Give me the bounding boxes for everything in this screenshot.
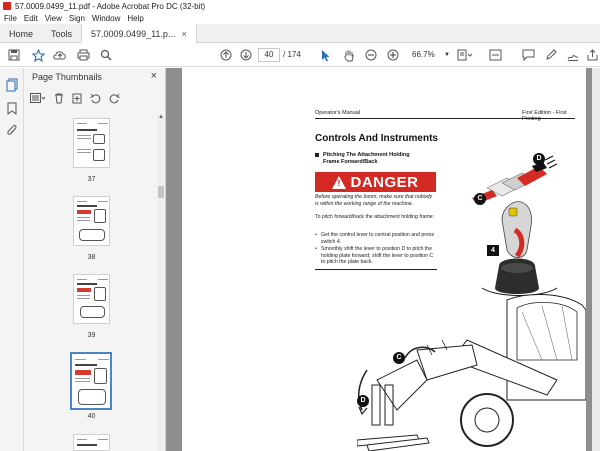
delete-page-icon[interactable]: [54, 93, 64, 106]
rotate-counterclockwise-icon[interactable]: [90, 93, 101, 106]
thumbnail-page-label: 39: [87, 332, 96, 339]
document-viewer[interactable]: Operator's Manual First Edition - First …: [166, 68, 600, 451]
page-thumbnails-icon[interactable]: [6, 78, 18, 94]
page-thumbnail[interactable]: [73, 118, 110, 168]
section-divider: [315, 269, 437, 270]
fill-sign-icon[interactable]: [565, 47, 581, 63]
page-thumbnails-panel: Page Thumbnails × 37 38 39 40 ▲: [24, 68, 166, 451]
page-view-icon[interactable]: [455, 47, 475, 63]
step-item: Smoothly shift the lever to position D t…: [315, 246, 437, 266]
joystick-illustration: [472, 155, 558, 296]
danger-banner: DANGER: [315, 172, 436, 192]
menu-view[interactable]: View: [45, 14, 62, 23]
callout-d: D: [533, 153, 545, 165]
menu-sign[interactable]: Sign: [69, 14, 85, 23]
tab-tools[interactable]: Tools: [42, 24, 81, 43]
scroll-up-arrow-icon[interactable]: ▲: [157, 114, 165, 122]
select-cursor-icon[interactable]: [318, 47, 334, 63]
save-icon[interactable]: [6, 47, 22, 63]
danger-note: Before operating the boom, make sure tha…: [315, 194, 433, 207]
callout-d: D: [357, 395, 369, 407]
zoom-out-icon[interactable]: [363, 47, 379, 63]
menu-bar: File Edit View Sign Window Help: [0, 12, 600, 24]
tab-home[interactable]: Home: [0, 24, 42, 43]
next-page-icon[interactable]: [238, 47, 254, 63]
tab-home-label: Home: [9, 28, 34, 39]
title-bar: 57.0009.0499_11.pdf - Adobe Acrobat Pro …: [0, 0, 600, 12]
previous-page-icon[interactable]: [218, 47, 234, 63]
window-title: 57.0009.0499_11.pdf - Adobe Acrobat Pro …: [15, 1, 206, 11]
attachments-icon[interactable]: [6, 124, 18, 139]
page-count: / 174: [283, 50, 301, 59]
zoom-level-value: 66.7%: [412, 50, 435, 59]
thumbnail-options-icon[interactable]: [30, 93, 46, 105]
cloud-upload-icon[interactable]: [52, 47, 68, 63]
menu-edit[interactable]: Edit: [24, 14, 38, 23]
thumbnail-scrollbar-thumb[interactable]: [158, 186, 164, 198]
highlight-pen-icon[interactable]: [543, 47, 559, 63]
document-scrollbar[interactable]: [592, 68, 600, 451]
danger-label: DANGER: [350, 173, 419, 191]
print-icon[interactable]: [75, 47, 91, 63]
insert-page-icon[interactable]: [72, 93, 82, 106]
share-icon[interactable]: [585, 47, 599, 63]
toolbar: 40 / 174 66.7% ▼: [0, 43, 600, 67]
page-thumbnail-selected[interactable]: [70, 352, 112, 410]
fit-width-icon[interactable]: [487, 47, 503, 63]
page-thumbnail[interactable]: [73, 434, 110, 451]
hand-tool-icon[interactable]: [341, 47, 357, 63]
close-panel-icon[interactable]: ×: [151, 70, 157, 82]
chevron-down-icon: ▼: [444, 52, 450, 58]
pdf-page: Operator's Manual First Edition - First …: [182, 68, 586, 451]
panel-toolbar: [30, 92, 128, 106]
page-thumbnail[interactable]: [73, 196, 110, 246]
header-left: Operator's Manual: [315, 110, 361, 116]
subheading: Pitching The Attachment Holding Frame Fo…: [315, 152, 425, 166]
bookmark-star-icon[interactable]: [30, 47, 46, 63]
panel-title: Page Thumbnails: [32, 72, 102, 82]
header-divider: [315, 118, 575, 119]
navigation-rail: [0, 68, 24, 451]
tab-document-label: 57.0009.0499_11.p...: [91, 28, 176, 39]
menu-help[interactable]: Help: [127, 14, 143, 23]
close-tab-icon[interactable]: ×: [181, 29, 186, 39]
thumbnail-scrollbar[interactable]: ▲: [157, 114, 165, 451]
zoom-in-icon[interactable]: [385, 47, 401, 63]
tab-bar: Home Tools 57.0009.0499_11.p... ×: [0, 24, 600, 43]
header-right: First Edition - First Printing: [522, 110, 567, 122]
page-thumbnail[interactable]: [73, 274, 110, 324]
section-title: Controls And Instruments: [315, 133, 438, 144]
callout-4: 4: [487, 245, 499, 256]
tab-document[interactable]: 57.0009.0499_11.p... ×: [81, 24, 197, 43]
bookmarks-icon[interactable]: [7, 102, 17, 117]
callout-c: C: [474, 193, 486, 205]
callout-c: C: [393, 352, 405, 364]
page-number-input[interactable]: 40: [258, 48, 280, 62]
rotate-clockwise-icon[interactable]: [109, 93, 120, 106]
thumbnail-page-label: 37: [87, 176, 96, 183]
warning-triangle-icon: [332, 175, 347, 189]
acrobat-logo-icon: [3, 2, 11, 10]
menu-file[interactable]: File: [4, 14, 17, 23]
search-icon[interactable]: [98, 47, 114, 63]
telehandler-illustration: [357, 294, 586, 451]
menu-window[interactable]: Window: [92, 14, 120, 23]
comment-icon[interactable]: [520, 47, 536, 63]
intro-text: To pitch forward/back the attachment hol…: [315, 214, 435, 220]
thumbnail-page-label: 40: [87, 413, 96, 420]
page-total: 174: [287, 50, 301, 59]
thumbnail-page-label: 38: [87, 254, 96, 261]
page-separator: /: [283, 50, 286, 59]
step-item: Get the control lever to central positio…: [315, 232, 437, 245]
tab-tools-label: Tools: [51, 28, 73, 39]
zoom-level-select[interactable]: 66.7% ▼: [412, 48, 450, 62]
